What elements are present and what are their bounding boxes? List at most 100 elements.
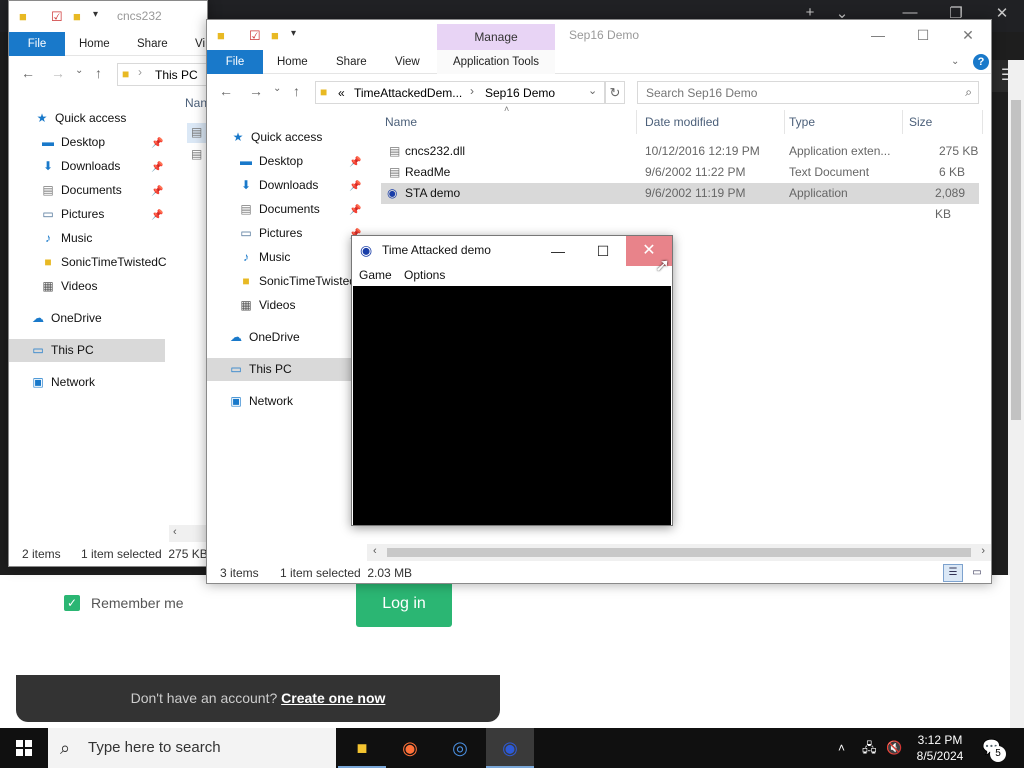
scroll-right-icon[interactable]: › bbox=[981, 545, 985, 557]
bg-view-tab[interactable]: Vi bbox=[195, 32, 205, 56]
file-tab[interactable]: File bbox=[207, 50, 263, 74]
pin-icon[interactable]: 📌 bbox=[349, 205, 361, 216]
scrollbar-thumb[interactable] bbox=[1011, 100, 1021, 420]
back-icon[interactable]: ← bbox=[219, 83, 233, 99]
properties-icon[interactable]: ☑ bbox=[249, 28, 261, 44]
home-tab[interactable]: Home bbox=[277, 50, 308, 74]
pin-icon[interactable]: 📌 bbox=[151, 138, 163, 149]
minimize-icon[interactable]: — bbox=[535, 236, 581, 266]
close-icon[interactable]: ✕ bbox=[990, 4, 1014, 22]
forward-icon[interactable]: → bbox=[249, 83, 263, 99]
bg-share-tab[interactable]: Share bbox=[137, 32, 168, 56]
game-window[interactable]: ◉ Time Attacked demo — ☐ ✕ Game Options bbox=[351, 235, 673, 526]
pin-icon[interactable]: 📌 bbox=[349, 181, 361, 192]
bg-tree-downloads[interactable]: ⬇ Downloads bbox=[39, 155, 120, 177]
start-button[interactable] bbox=[0, 728, 48, 768]
details-view-icon[interactable]: ☰ bbox=[943, 564, 963, 582]
bg-tree-documents[interactable]: ▤ Documents bbox=[39, 179, 121, 201]
bg-tree-desktop[interactable]: ▬ Desktop bbox=[39, 131, 105, 153]
help-icon[interactable]: ? bbox=[973, 54, 989, 70]
column-date[interactable]: Date modified bbox=[641, 110, 785, 134]
bg-tree-pictures[interactable]: ▭ Pictures bbox=[39, 203, 104, 225]
up-icon[interactable]: ↑ bbox=[95, 65, 102, 81]
bg-tree-videos[interactable]: ▦ Videos bbox=[39, 275, 97, 297]
search-input[interactable]: Search Sep16 Demo ⌕ bbox=[637, 81, 979, 104]
bg-name-header[interactable]: Nan bbox=[185, 96, 207, 110]
pin-icon[interactable]: 📌 bbox=[151, 162, 163, 173]
tree-this-pc[interactable]: ▭ This PC bbox=[227, 358, 291, 380]
horizontal-scrollbar[interactable]: ‹ › bbox=[367, 544, 991, 561]
tree-downloads[interactable]: ⬇ Downloads bbox=[237, 174, 318, 196]
bg-tree-onedrive[interactable]: ☁ OneDrive bbox=[29, 307, 102, 329]
column-type[interactable]: Type bbox=[785, 110, 903, 134]
maximize-icon[interactable]: ☐ bbox=[900, 20, 946, 50]
taskbar-search[interactable]: ⌕ Type here to search bbox=[48, 728, 336, 768]
chevron-down-icon[interactable]: ⌄ bbox=[588, 84, 597, 97]
chevron-down-icon[interactable]: ⌄ bbox=[75, 65, 83, 76]
chevron-down-icon[interactable]: ⌄ bbox=[951, 50, 959, 74]
create-account-link[interactable]: Create one now bbox=[281, 690, 385, 706]
refresh-icon[interactable]: ↻ bbox=[605, 81, 625, 104]
view-tab[interactable]: View bbox=[395, 50, 420, 74]
tray-chevron-up-icon[interactable]: ˄ bbox=[838, 728, 845, 768]
bg-tree-music[interactable]: ♪ Music bbox=[39, 227, 92, 249]
file-row-selected[interactable]: ◉ STA demo 9/6/2002 11:19 PM Application… bbox=[381, 183, 979, 221]
file-row[interactable]: ▤ ReadMe 9/6/2002 11:22 PM Text Document… bbox=[381, 162, 979, 183]
chevron-down-icon[interactable]: ▾ bbox=[93, 9, 98, 20]
remember-checkbox[interactable]: ✓ bbox=[64, 595, 80, 611]
volume-muted-icon[interactable]: 🔇 bbox=[886, 728, 902, 768]
menu-options[interactable]: Options bbox=[404, 268, 445, 282]
network-icon[interactable]: 🖧 bbox=[862, 728, 877, 768]
address-bar[interactable]: ■ « TimeAttackedDem... › Sep16 Demo ⌄ bbox=[315, 81, 605, 104]
bg-tree-this-pc[interactable]: ▭ This PC bbox=[29, 339, 93, 361]
tree-pictures[interactable]: ▭ Pictures bbox=[237, 222, 302, 244]
minimize-icon[interactable]: — bbox=[855, 20, 901, 50]
forward-icon[interactable]: → bbox=[51, 65, 65, 81]
scrollbar-thumb[interactable] bbox=[387, 548, 971, 557]
tree-documents[interactable]: ▤ Documents bbox=[237, 198, 319, 220]
chevron-down-icon[interactable]: ⌄ bbox=[273, 83, 281, 94]
file-explorer-icon[interactable]: ■ bbox=[338, 728, 386, 768]
bg-hscroll[interactable]: ‹ bbox=[169, 525, 209, 542]
sonic-app-icon[interactable]: ◉ bbox=[486, 728, 534, 768]
chrome-icon[interactable]: ◎ bbox=[436, 728, 484, 768]
breadcrumb-parent[interactable]: TimeAttackedDem... bbox=[354, 86, 462, 100]
tree-videos[interactable]: ▦ Videos bbox=[237, 294, 295, 316]
pin-icon[interactable]: 📌 bbox=[349, 157, 361, 168]
tree-network[interactable]: ▣ Network bbox=[227, 390, 293, 412]
pin-icon[interactable]: 📌 bbox=[151, 186, 163, 197]
bg-file-tab[interactable]: File bbox=[9, 32, 65, 56]
background-explorer-window[interactable]: ■ ☑ ■ ▾ cncs232 File Home Share Vi ← → ⌄… bbox=[8, 0, 209, 567]
tree-desktop[interactable]: ▬ Desktop bbox=[237, 150, 303, 172]
folder-icon[interactable]: ■ bbox=[73, 9, 81, 24]
maximize-icon[interactable]: ☐ bbox=[580, 236, 626, 266]
large-icons-view-icon[interactable]: ▭ bbox=[967, 564, 987, 582]
login-button[interactable]: Log in bbox=[356, 581, 452, 627]
menu-game[interactable]: Game bbox=[359, 268, 392, 282]
pin-icon[interactable]: 📌 bbox=[151, 210, 163, 221]
breadcrumb-current[interactable]: Sep16 Demo bbox=[485, 86, 555, 100]
chevron-down-icon[interactable]: ▾ bbox=[291, 28, 296, 39]
application-tools-tab[interactable]: Application Tools bbox=[437, 50, 555, 74]
tree-sonic-folder[interactable]: ■SonicTimeTwistedC bbox=[237, 270, 352, 292]
up-icon[interactable]: ↑ bbox=[293, 83, 300, 99]
bg-tree-network[interactable]: ▣ Network bbox=[29, 371, 95, 393]
close-icon[interactable]: ✕ bbox=[945, 20, 991, 50]
column-size[interactable]: Size bbox=[905, 110, 983, 134]
page-scrollbar[interactable] bbox=[1008, 60, 1024, 728]
scroll-left-icon[interactable]: ‹ bbox=[373, 545, 377, 557]
breadcrumb-root[interactable]: « bbox=[338, 86, 345, 100]
search-icon[interactable]: ⌕ bbox=[965, 85, 972, 100]
tree-music[interactable]: ♪ Music bbox=[237, 246, 290, 268]
game-canvas[interactable] bbox=[353, 286, 671, 525]
share-tab[interactable]: Share bbox=[336, 50, 367, 74]
scroll-left-icon[interactable]: ‹ bbox=[173, 526, 177, 538]
bg-address-bar[interactable]: ■ › This PC bbox=[117, 63, 209, 86]
clock[interactable]: 3:12 PM 8/5/2024 bbox=[910, 728, 970, 768]
file-row[interactable]: ▤ cncs232.dll 10/12/2016 12:19 PM Applic… bbox=[381, 141, 979, 162]
firefox-icon[interactable]: ◉ bbox=[386, 728, 434, 768]
folder-icon[interactable]: ■ bbox=[271, 28, 279, 43]
properties-icon[interactable]: ☑ bbox=[51, 9, 63, 25]
bg-tree-quick-access[interactable]: ★ Quick access bbox=[33, 107, 127, 129]
bg-home-tab[interactable]: Home bbox=[79, 32, 110, 56]
